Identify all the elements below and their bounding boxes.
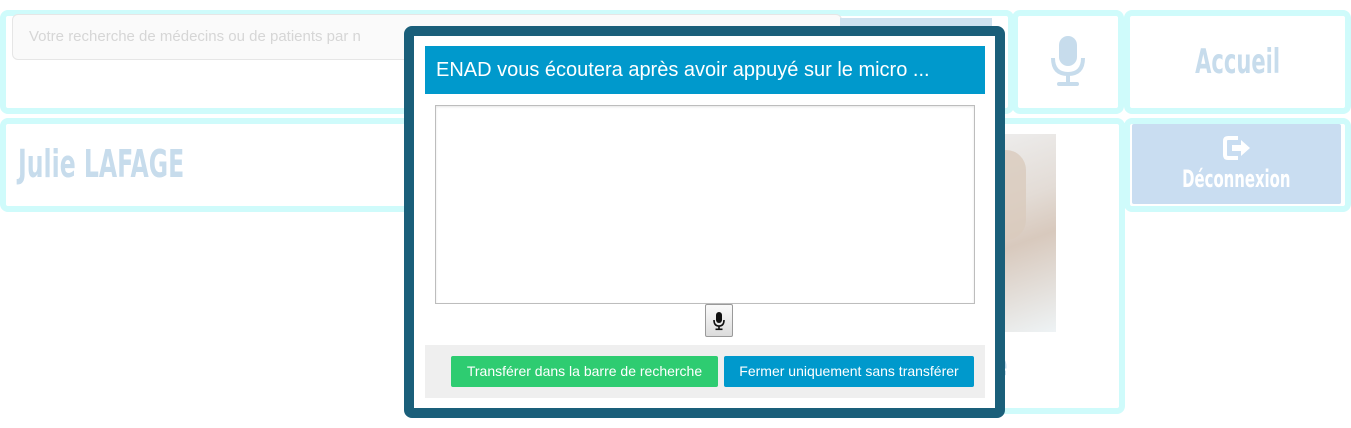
microphone-icon <box>1051 36 1085 86</box>
speech-modal: ENAD vous écoutera après avoir appuyé su… <box>404 26 1005 418</box>
logout-button[interactable]: Déconnexion <box>1132 124 1341 204</box>
logout-label: Déconnexion <box>1182 165 1291 193</box>
home-label: Accueil <box>1194 42 1281 82</box>
page: Votre recherche de médecins ou de patien… <box>0 0 1351 428</box>
voice-search-button[interactable] <box>1012 10 1124 114</box>
home-button[interactable]: Accueil <box>1124 10 1351 114</box>
user-name-panel: Julie LAFAGE <box>0 118 440 212</box>
modal-footer: Transférer dans la barre de recherche Fe… <box>425 345 985 398</box>
microphone-icon <box>713 311 725 330</box>
user-name: Julie LAFAGE <box>18 142 185 186</box>
modal-title: ENAD vous écoutera après avoir appuyé su… <box>425 46 985 94</box>
record-button[interactable] <box>705 304 733 337</box>
transfer-to-search-button[interactable]: Transférer dans la barre de recherche <box>451 356 718 387</box>
logout-icon <box>1222 136 1250 160</box>
close-without-transfer-button[interactable]: Fermer uniquement sans transférer <box>724 356 974 387</box>
speech-textarea[interactable] <box>435 105 975 304</box>
